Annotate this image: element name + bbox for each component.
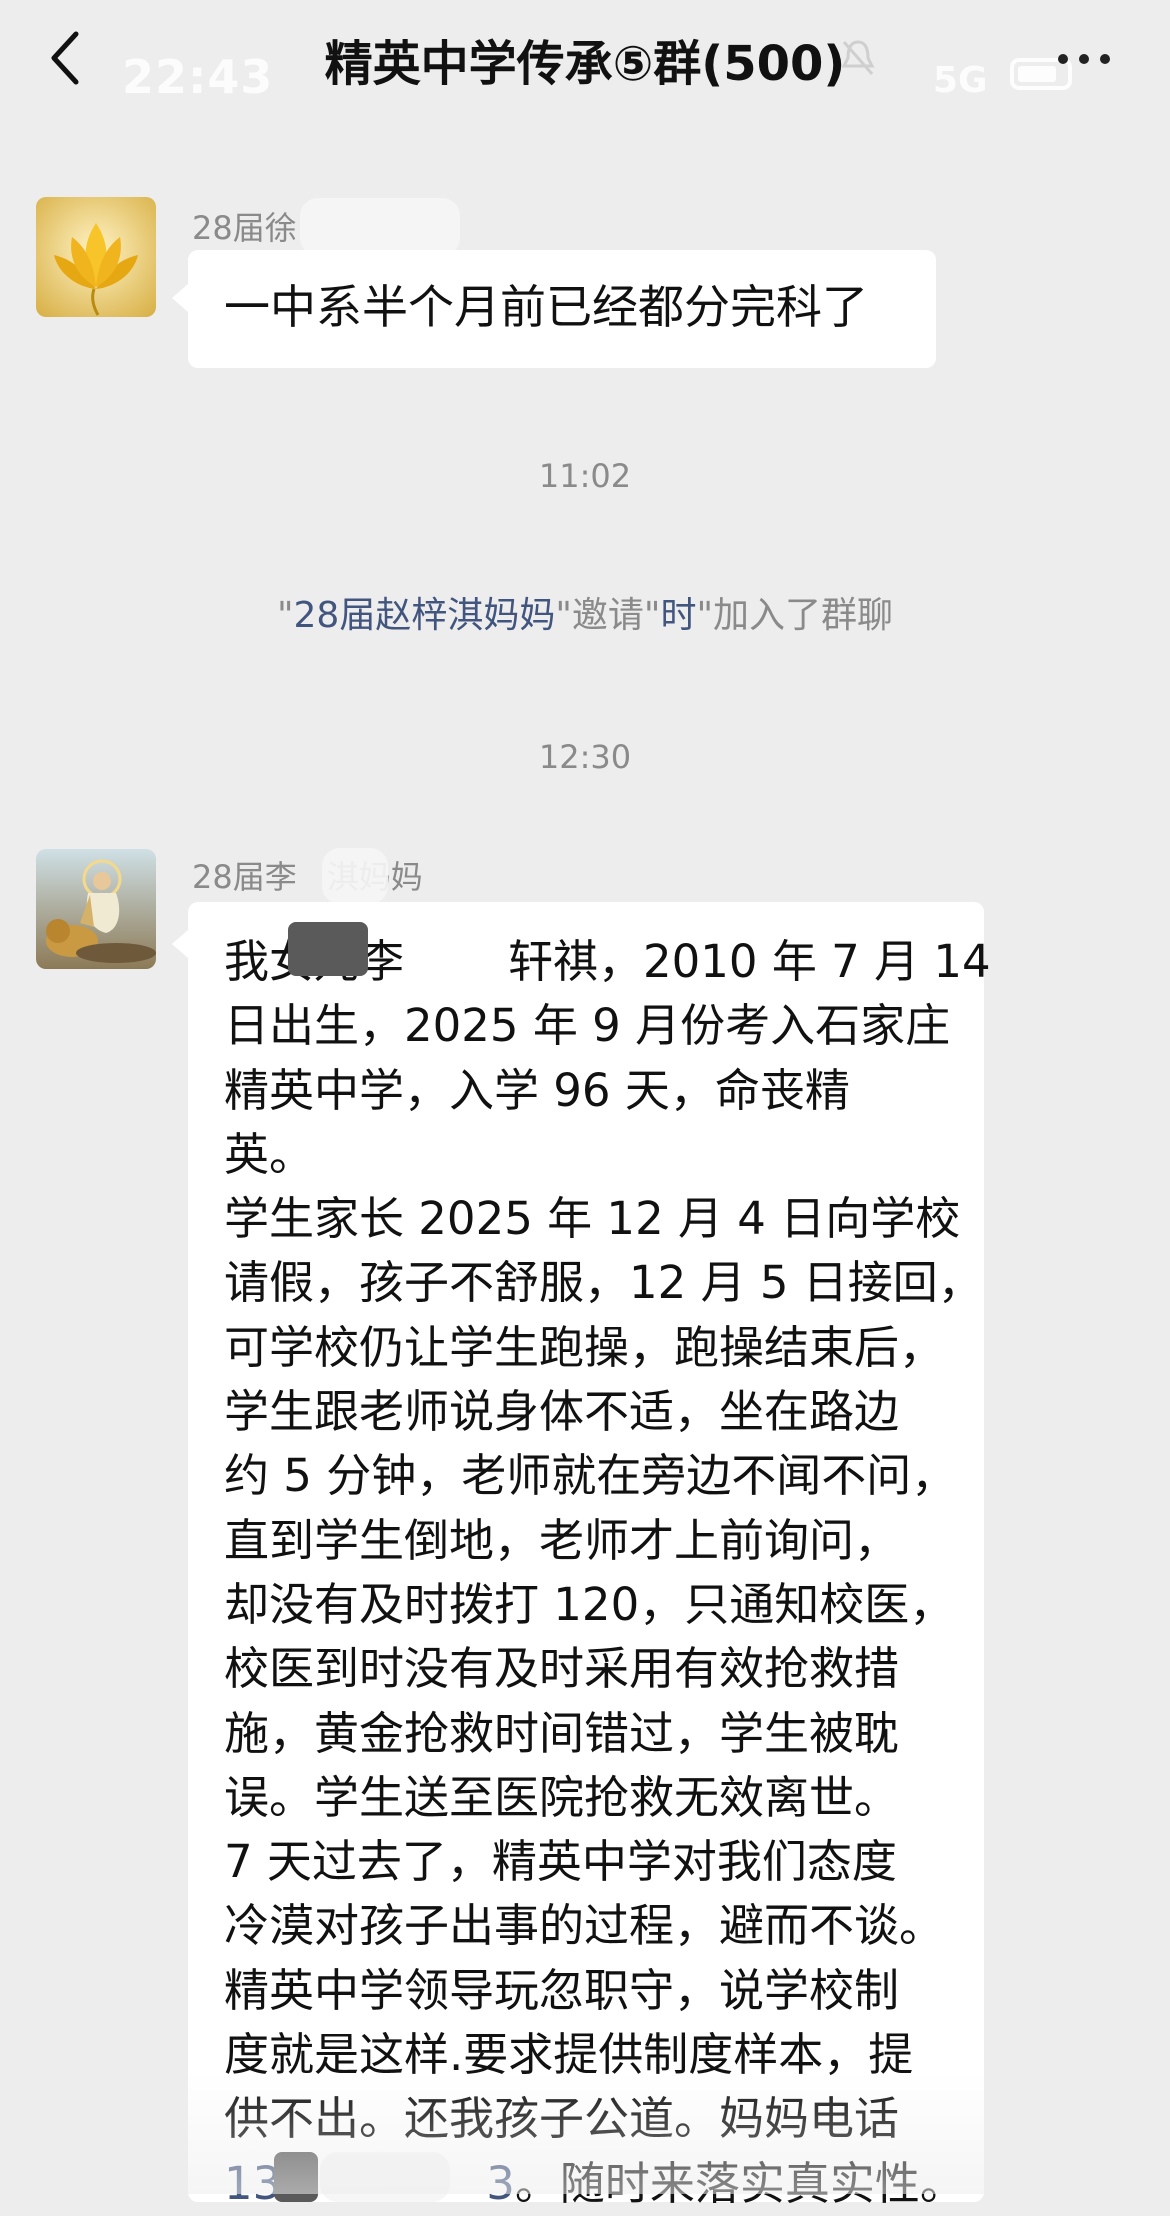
message-bubble[interactable]: 我女儿李轩祺，2010 年 7 月 14 日出生，2025 年 9 月份考入石家…: [172, 902, 991, 2210]
time-stamp: 12:30: [538, 738, 632, 776]
redaction-smear: [288, 922, 368, 976]
message-text: 我女儿李轩祺，2010 年 7 月 14 日出生，2025 年 9 月份考入石家…: [224, 935, 991, 2210]
redaction-blur: [300, 198, 460, 256]
avatar[interactable]: [36, 197, 156, 317]
chat-title[interactable]: 精英中学传承⑤群(500): [0, 24, 1170, 94]
sender-name: 28届李淇妈妈: [192, 858, 423, 896]
network-indicator: 5G: [933, 60, 988, 101]
avatar[interactable]: [36, 849, 156, 969]
chat-header: 22:43 精英中学传承⑤群(500) 5G: [0, 0, 1170, 125]
message-bubble[interactable]: 一中系半个月前已经都分完科了: [172, 250, 936, 368]
redaction-blur: [322, 848, 388, 904]
invitee-link[interactable]: 时: [660, 595, 696, 636]
redaction-blur: [320, 2152, 450, 2202]
lotus-avatar-icon: [36, 197, 156, 317]
bell-off-icon: [840, 38, 876, 82]
system-notice: "28届赵梓淇妈妈"邀请"时"加入了群聊: [276, 595, 894, 636]
time-stamp: 11:02: [538, 457, 632, 495]
guanyin-avatar-icon: [36, 849, 156, 969]
message-text: 一中系半个月前已经都分完科了: [224, 280, 868, 334]
more-icon: [1058, 54, 1068, 64]
more-button[interactable]: [1058, 38, 1112, 78]
sender-name: 28届徐: [192, 209, 297, 247]
redaction-smear: [274, 2152, 318, 2202]
phone-number-start[interactable]: 13: [224, 2157, 281, 2210]
inviter-link[interactable]: 28届赵梓淇妈妈: [294, 595, 556, 636]
